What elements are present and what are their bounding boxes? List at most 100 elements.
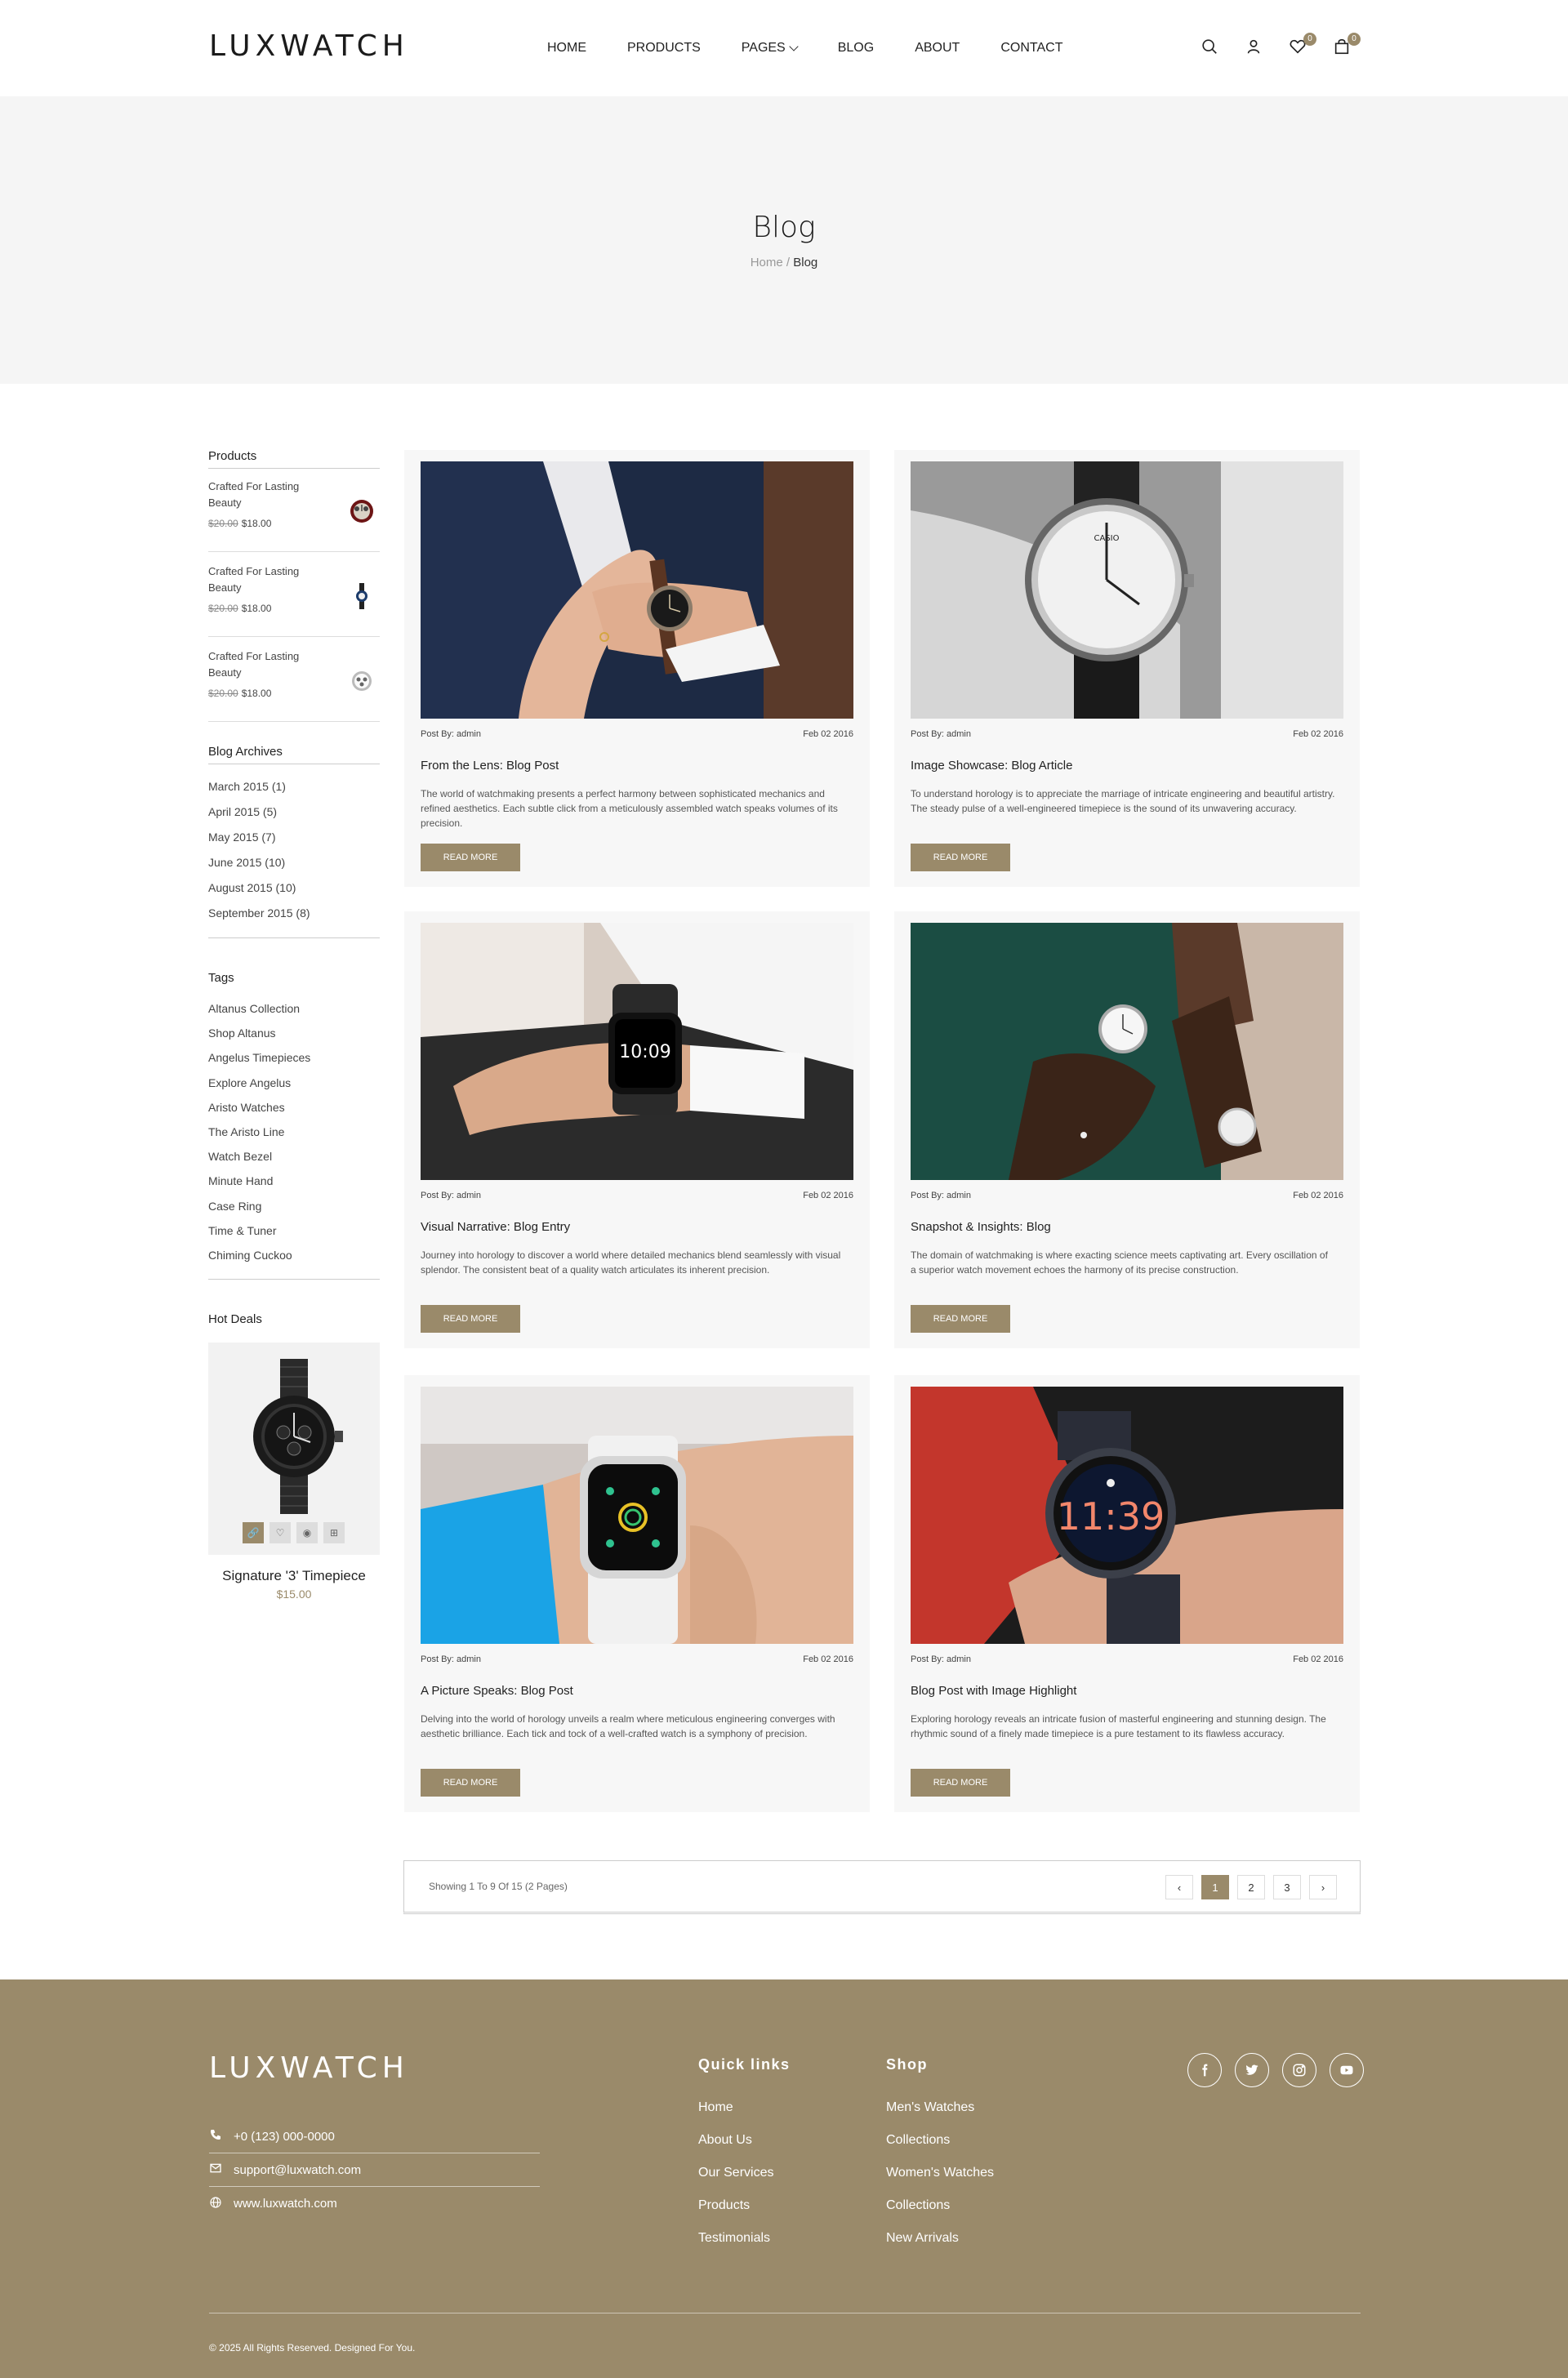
instagram-icon[interactable] — [1282, 2053, 1316, 2087]
tag-link[interactable]: Explore Angelus — [208, 1071, 380, 1095]
footer-email[interactable]: support@luxwatch.com — [234, 2163, 361, 2177]
tag-link[interactable]: Case Ring — [208, 1194, 380, 1218]
read-more-button[interactable]: READ MORE — [911, 844, 1010, 871]
shop-title: Shop — [886, 2056, 928, 2073]
read-more-button[interactable]: READ MORE — [911, 1769, 1010, 1797]
read-more-button[interactable]: READ MORE — [911, 1305, 1010, 1333]
footer-link[interactable]: Women's Watches — [886, 2157, 994, 2189]
blog-card: 11:39 Post By: admin Feb 02 2016 Blog Po… — [894, 1375, 1360, 1812]
tag-link[interactable]: Aristo Watches — [208, 1095, 380, 1120]
tag-link[interactable]: Chiming Cuckoo — [208, 1243, 380, 1267]
next-page-button[interactable]: › — [1309, 1875, 1337, 1899]
read-more-button[interactable]: READ MORE — [421, 844, 520, 871]
twitter-icon[interactable] — [1235, 2053, 1269, 2087]
footer-web-row: www.luxwatch.com — [209, 2187, 540, 2220]
blog-date: Feb 02 2016 — [803, 1191, 853, 1200]
archive-link[interactable]: August 2015 (10) — [208, 875, 380, 901]
blog-image[interactable] — [421, 1387, 853, 1644]
tag-link[interactable]: Shop Altanus — [208, 1021, 380, 1045]
sidebar-product[interactable]: Crafted For Lasting Beauty $20.00 $18.00 — [208, 648, 380, 722]
footer-phone[interactable]: +0 (123) 000-0000 — [234, 2130, 335, 2144]
blog-title[interactable]: Visual Narrative: Blog Entry — [421, 1220, 570, 1234]
footer-link[interactable]: About Us — [698, 2124, 791, 2157]
tag-link[interactable]: The Aristo Line — [208, 1120, 380, 1144]
hotdeal-price: $15.00 — [276, 1588, 312, 1601]
globe-icon — [209, 2196, 222, 2212]
blog-image[interactable]: CASIO — [911, 461, 1343, 719]
product-name[interactable]: Crafted For Lasting Beauty — [208, 648, 314, 681]
prev-page-button[interactable]: ‹ — [1165, 1875, 1193, 1899]
heart-icon[interactable]: 0 — [1289, 33, 1316, 57]
page-button[interactable]: 1 — [1201, 1875, 1229, 1899]
read-more-button[interactable]: READ MORE — [421, 1305, 520, 1333]
product-thumbnail[interactable] — [344, 578, 380, 614]
blog-date: Feb 02 2016 — [1293, 1654, 1343, 1664]
page-button[interactable]: 2 — [1237, 1875, 1265, 1899]
product-name[interactable]: Crafted For Lasting Beauty — [208, 563, 314, 596]
facebook-icon[interactable] — [1187, 2053, 1222, 2087]
cart-icon[interactable]: 0 — [1333, 33, 1361, 57]
hotdeal-card[interactable]: 🔗 ♡ ◉ ⊞ — [208, 1343, 380, 1556]
site-logo[interactable]: LUXWATCH — [209, 29, 409, 63]
footer-logo[interactable]: LUXWATCH — [209, 2051, 409, 2085]
archive-link[interactable]: September 2015 (8) — [208, 901, 380, 926]
roundwatch-time-text: 11:39 — [1057, 1494, 1165, 1539]
blog-title[interactable]: From the Lens: Blog Post — [421, 759, 559, 773]
user-icon[interactable] — [1245, 38, 1264, 57]
tag-link[interactable]: Angelus Timepieces — [208, 1045, 380, 1070]
blog-title[interactable]: Snapshot & Insights: Blog — [911, 1220, 1051, 1234]
breadcrumb-home[interactable]: Home — [751, 256, 783, 269]
archive-link[interactable]: June 2015 (10) — [208, 850, 380, 875]
eye-icon[interactable]: ◉ — [296, 1522, 318, 1544]
nav-about[interactable]: ABOUT — [915, 41, 960, 56]
archive-link[interactable]: March 2015 (1) — [208, 774, 380, 799]
blog-author: Post By: admin — [421, 729, 481, 739]
footer-link[interactable]: Products — [698, 2189, 791, 2222]
link-icon[interactable]: 🔗 — [243, 1522, 264, 1544]
heart-icon[interactable]: ♡ — [270, 1522, 291, 1544]
hotdeal-name[interactable]: Signature '3' Timepiece — [208, 1568, 380, 1584]
footer-link[interactable]: Collections — [886, 2189, 994, 2222]
blog-title[interactable]: A Picture Speaks: Blog Post — [421, 1684, 573, 1698]
chevron-down-icon — [789, 42, 799, 51]
youtube-icon[interactable] — [1330, 2053, 1364, 2087]
archive-link[interactable]: April 2015 (5) — [208, 799, 380, 825]
footer-website[interactable]: www.luxwatch.com — [234, 2197, 337, 2211]
blog-meta: Post By: admin Feb 02 2016 — [421, 1654, 853, 1664]
footer-link[interactable]: New Arrivals — [886, 2222, 994, 2255]
cart-icon[interactable]: ⊞ — [323, 1522, 345, 1544]
archive-list: March 2015 (1) April 2015 (5) May 2015 (… — [208, 774, 380, 938]
tag-link[interactable]: Minute Hand — [208, 1169, 380, 1193]
nav-products[interactable]: PRODUCTS — [627, 41, 701, 56]
blog-title[interactable]: Blog Post with Image Highlight — [911, 1684, 1076, 1698]
product-name[interactable]: Crafted For Lasting Beauty — [208, 479, 314, 511]
tag-link[interactable]: Altanus Collection — [208, 996, 380, 1021]
nav-blog[interactable]: BLOG — [838, 41, 874, 56]
footer-link[interactable]: Men's Watches — [886, 2091, 994, 2124]
blog-image[interactable]: 10:09 — [421, 923, 853, 1180]
footer-link[interactable]: Testimonials — [698, 2222, 791, 2255]
nav-pages[interactable]: PAGES — [742, 41, 799, 56]
product-thumbnail[interactable] — [344, 493, 380, 529]
nav-contact[interactable]: CONTACT — [1000, 41, 1062, 56]
product-thumbnail[interactable] — [344, 663, 380, 699]
search-icon[interactable] — [1200, 38, 1220, 57]
footer-link[interactable]: Home — [698, 2091, 791, 2124]
read-more-button[interactable]: READ MORE — [421, 1769, 520, 1797]
footer-link[interactable]: Collections — [886, 2124, 994, 2157]
nav-home[interactable]: HOME — [547, 41, 586, 56]
footer-link[interactable]: Our Services — [698, 2157, 791, 2189]
hotdeal-watch-image[interactable] — [208, 1343, 380, 1530]
page-hero: Blog Home / Blog — [0, 96, 1568, 384]
page-button[interactable]: 3 — [1273, 1875, 1301, 1899]
blog-image[interactable]: 11:39 — [911, 1387, 1343, 1644]
tag-link[interactable]: Watch Bezel — [208, 1144, 380, 1169]
blog-image[interactable] — [911, 923, 1343, 1180]
blog-image[interactable] — [421, 461, 853, 719]
sidebar-product[interactable]: Crafted For Lasting Beauty $20.00 $18.00 — [208, 563, 380, 637]
archive-link[interactable]: May 2015 (7) — [208, 825, 380, 850]
sidebar-product[interactable]: Crafted For Lasting Beauty $20.00 $18.00 — [208, 479, 380, 552]
blog-title[interactable]: Image Showcase: Blog Article — [911, 759, 1072, 773]
tag-link[interactable]: Time & Tuner — [208, 1218, 380, 1243]
copyright: © 2025 All Rights Reserved. Designed For… — [209, 2342, 416, 2354]
